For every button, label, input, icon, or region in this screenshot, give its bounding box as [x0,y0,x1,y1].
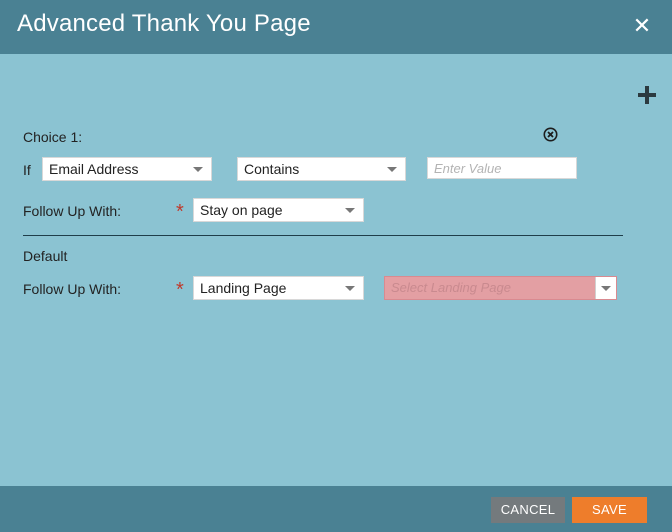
chevron-down-icon [193,167,203,172]
value-input[interactable] [427,157,577,179]
required-asterisk: * [176,279,184,301]
chevron-down-icon [387,167,397,172]
chevron-down-icon [601,286,611,291]
advanced-thank-you-dialog: Advanced Thank You Page ✕ Choice 1: If E… [0,0,672,532]
dialog-header: Advanced Thank You Page ✕ [0,0,672,54]
landing-page-select[interactable]: Select Landing Page [384,276,617,300]
follow-up-select-value: Stay on page [200,202,283,218]
remove-circle-icon[interactable] [543,127,558,142]
section-divider [23,235,623,236]
follow-up-label: Follow Up With: [23,203,122,219]
dialog-title: Advanced Thank You Page [17,10,311,37]
landing-page-dropdown-button[interactable] [595,277,616,299]
default-follow-up-select[interactable]: Landing Page [193,276,364,300]
follow-up-select[interactable]: Stay on page [193,198,364,222]
choice-1-label: Choice 1: [23,129,83,145]
operator-select-value: Contains [244,161,300,177]
if-label: If [23,162,31,178]
chevron-down-icon [345,286,355,291]
default-follow-up-label: Follow Up With: [23,281,122,297]
required-asterisk: * [176,201,184,223]
close-icon[interactable]: ✕ [630,14,654,38]
cancel-button[interactable]: CANCEL [491,497,565,523]
operator-select[interactable]: Contains [237,157,406,181]
default-label: Default [23,248,68,264]
field-select[interactable]: Email Address [42,157,212,181]
default-follow-up-select-value: Landing Page [200,280,287,296]
save-button[interactable]: SAVE [572,497,647,523]
landing-page-placeholder: Select Landing Page [391,280,511,295]
plus-icon[interactable] [636,84,658,106]
field-select-value: Email Address [49,161,139,177]
chevron-down-icon [345,208,355,213]
